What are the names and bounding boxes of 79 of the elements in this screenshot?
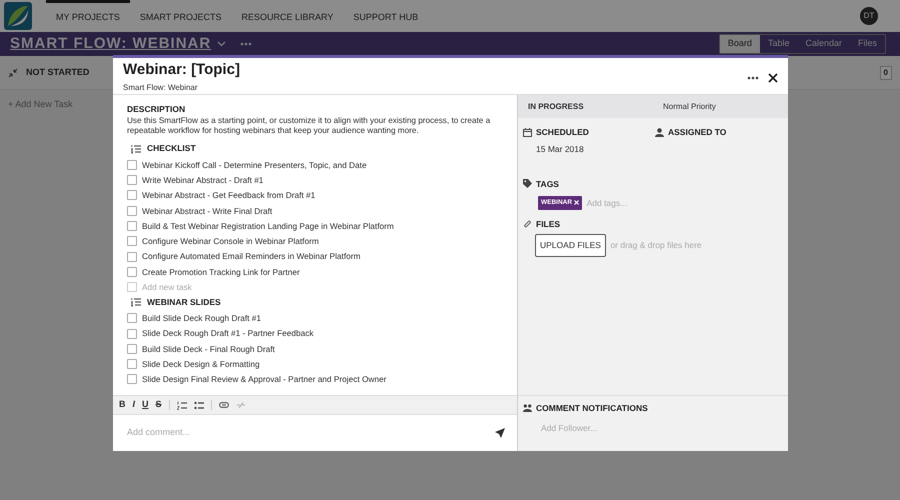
format-button[interactable]: U — [142, 398, 149, 412]
project-title: SMART FLOW: WEBINAR — [10, 34, 212, 54]
checkbox[interactable] — [127, 328, 137, 339]
description-text: Use this SmartFlow as a starting point, or customize it to align with your existing process, to create a repeatable workflow for hosting webinars that keep your audience wanting more. — [127, 116, 492, 136]
task-label: Build Slide Deck Rough Draft #1 — [142, 312, 261, 324]
calendar-icon — [523, 128, 532, 137]
task-label: Build & Test Webinar Registration Landing Page in Webinar Platform — [142, 220, 394, 232]
bullet-list-icon[interactable] — [194, 400, 204, 410]
tag-icon — [523, 179, 532, 188]
format-button[interactable]: B — [119, 398, 126, 412]
checkbox[interactable] — [127, 175, 137, 186]
checkbox[interactable] — [127, 252, 137, 262]
upload-button[interactable]: UPLOAD FILES — [535, 234, 606, 256]
checkbox[interactable] — [127, 221, 137, 232]
task-label: Build Slide Deck - Final Rough Draft — [142, 342, 275, 356]
checkbox[interactable] — [127, 190, 137, 200]
task-title: Webinar: [Topic] — [123, 61, 240, 79]
checklist-icon — [130, 297, 142, 308]
view-tab[interactable]: Board — [720, 35, 760, 53]
format-button[interactable]: I — [132, 398, 136, 412]
priority-label[interactable]: Normal Priority — [663, 100, 716, 112]
checkbox[interactable] — [127, 160, 137, 170]
view-tab[interactable]: Calendar — [797, 35, 850, 53]
task-label: Write Webinar Abstract - Draft #1 — [142, 174, 264, 186]
drop-hint: or drag & drop files here — [610, 238, 702, 252]
scheduled-heading: SCHEDULED — [536, 126, 589, 139]
task-label: Create Promotion Tracking Link for Partner — [142, 266, 300, 278]
nav-link[interactable]: RESOURCE LIBRARY — [232, 0, 344, 32]
column-title: NOT STARTED — [26, 66, 90, 79]
send-icon[interactable] — [495, 428, 505, 438]
numbered-list-icon[interactable] — [176, 400, 187, 410]
close-button[interactable] — [768, 71, 778, 84]
checkbox[interactable] — [127, 359, 137, 370]
assigned-heading: ASSIGNED TO — [668, 126, 726, 139]
more-icon[interactable] — [240, 42, 252, 46]
task-label: Webinar Abstract - Get Feedback from Draft #1 — [142, 189, 316, 202]
person-icon — [655, 128, 664, 137]
checklist-icon — [130, 144, 142, 154]
checkbox[interactable] — [127, 344, 137, 354]
description-heading: DESCRIPTION — [127, 103, 186, 116]
remove-icon — [574, 200, 580, 206]
view-tab[interactable]: Files — [850, 35, 885, 53]
nav-link[interactable]: SMART PROJECTS — [130, 0, 232, 32]
status-label[interactable]: IN PROGRESS — [528, 100, 663, 112]
task-label: Slide Deck Design & Formatting — [142, 358, 260, 370]
link-icon[interactable] — [218, 402, 229, 408]
caret-icon[interactable] — [217, 41, 226, 47]
scheduled-date[interactable]: 15 Mar 2018 — [536, 142, 655, 156]
user-avatar[interactable]: DT — [860, 7, 878, 25]
group-icon — [523, 404, 532, 412]
tags-heading: TAGS — [536, 178, 559, 190]
close-icon — [768, 72, 778, 83]
task-label: Slide Design Final Review & Approval - Partner and Project Owner — [142, 373, 386, 386]
checkbox[interactable] — [127, 266, 137, 277]
task-label: Webinar Kickoff Call - Determine Presenters, Topic, and Date — [142, 158, 367, 172]
follower-field[interactable]: Add Follower... — [539, 420, 654, 436]
task-label: Configure Automated Email Reminders in Webinar Platform — [142, 250, 360, 263]
view-tab[interactable]: Table — [760, 35, 798, 53]
notifications-heading: COMMENT NOTIFICATIONS — [536, 402, 648, 415]
more-icon — [747, 76, 759, 80]
checklist-heading: CHECKLIST — [147, 142, 196, 156]
task-count: 0 — [880, 66, 892, 80]
files-heading: FILES — [536, 218, 560, 231]
checkbox[interactable] — [127, 313, 137, 324]
empty-box-icon — [127, 282, 137, 292]
task-label: Webinar Abstract - Write Final Draft — [142, 204, 272, 217]
task-label: Slide Deck Rough Draft #1 - Partner Feedback — [142, 327, 314, 340]
checkbox[interactable] — [127, 236, 137, 246]
paperclip-icon — [523, 220, 532, 229]
task-label: Configure Webinar Console in Webinar Platform — [142, 235, 319, 248]
checkbox[interactable] — [127, 206, 137, 216]
task-subtitle: Smart Flow: Webinar — [123, 82, 199, 94]
logo-icon[interactable] — [4, 2, 32, 30]
checkbox[interactable] — [127, 374, 137, 384]
checklist-heading: WEBINAR SLIDES — [147, 296, 221, 309]
format-button[interactable]: S — [156, 398, 162, 412]
unlink-icon[interactable] — [236, 402, 246, 408]
nav-link[interactable]: SUPPORT HUB — [343, 0, 428, 32]
collapse-icon[interactable] — [8, 68, 18, 78]
